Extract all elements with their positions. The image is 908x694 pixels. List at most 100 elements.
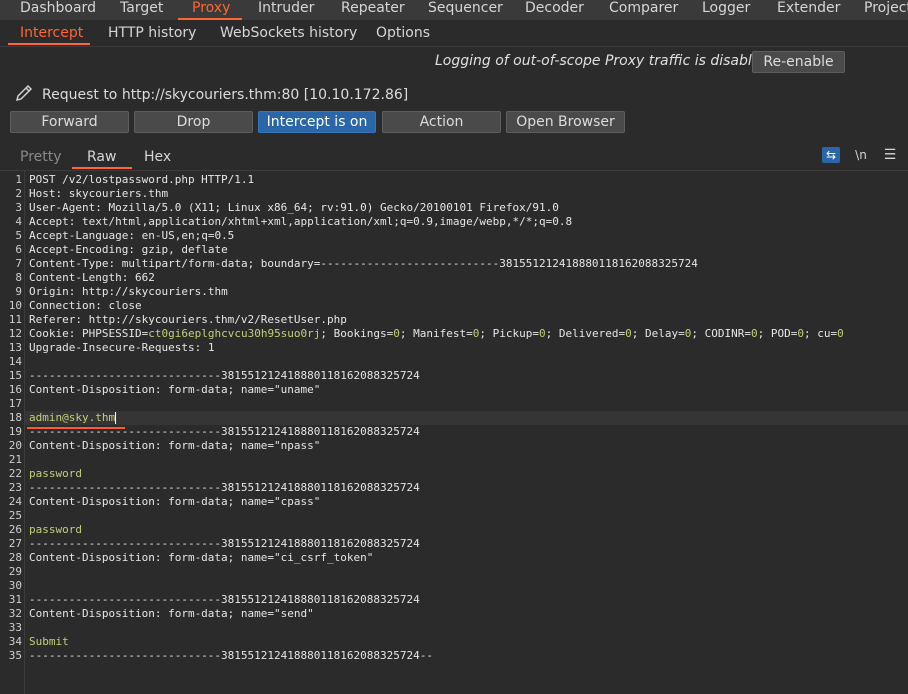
tab-intruder[interactable]: Intruder — [258, 0, 314, 20]
header-name: User-Agent — [29, 201, 96, 214]
header-line: Referer: http://skycouriers.thm/v2/Reset… — [29, 313, 347, 326]
line-number: 2 — [15, 187, 22, 200]
tab-options[interactable]: Options — [376, 24, 430, 44]
field-name: "uname" — [274, 383, 321, 396]
line-number: 22 — [8, 467, 22, 480]
line-number: 10 — [8, 299, 22, 312]
main-tab-bar: Dashboard Target Proxy Intruder Repeater… — [0, 0, 908, 20]
drop-button[interactable]: Drop — [134, 111, 253, 133]
line-number: 29 — [8, 565, 22, 578]
line-number: 25 — [8, 509, 22, 522]
intercept-toggle-button[interactable]: Intercept is on — [258, 111, 376, 133]
header-value: gzip, deflate — [141, 243, 228, 256]
cookie-value: 0 — [393, 327, 400, 340]
active-view-indicator — [72, 167, 132, 169]
tab-project[interactable]: Project — [864, 0, 908, 20]
tab-extender[interactable]: Extender — [777, 0, 840, 20]
line-number: 30 — [8, 579, 22, 592]
show-newlines-icon[interactable]: \n — [852, 147, 870, 163]
cookie-name: CODINR — [704, 327, 745, 340]
cookie-value: 0 — [751, 327, 758, 340]
field-name: "npass" — [274, 439, 321, 452]
boundary-line: -----------------------------38155121241… — [29, 481, 420, 494]
header-value: http://skycouriers.thm — [82, 285, 228, 298]
cd-prefix: Content-Disposition: form-data; name= — [29, 439, 275, 452]
field-value-line: admin@sky.thm — [29, 411, 117, 425]
header-name: Host — [29, 187, 56, 200]
cookie-name: POD — [770, 327, 791, 340]
line-number: 15 — [8, 369, 22, 382]
tab-target[interactable]: Target — [120, 0, 163, 20]
wrap-lines-icon[interactable]: ⇆ — [822, 147, 840, 163]
header-line: Connection: close — [29, 299, 142, 312]
proxy-tab-bar: Intercept HTTP history WebSockets histor… — [0, 20, 908, 47]
menu-icon[interactable]: ☰ — [881, 147, 899, 163]
cookie-name: Bookings — [333, 327, 387, 340]
annotation-underline — [27, 427, 125, 429]
header-name: Content-Length — [29, 271, 122, 284]
tab-decoder[interactable]: Decoder — [525, 0, 584, 20]
cpass-value: password — [29, 523, 82, 536]
line-number: 8 — [15, 271, 22, 284]
tab-sequencer[interactable]: Sequencer — [428, 0, 503, 20]
header-name: Origin — [29, 285, 69, 298]
line-number: 27 — [8, 537, 22, 550]
line-number: 7 — [15, 257, 22, 270]
line-number: 11 — [8, 313, 22, 326]
tab-raw[interactable]: Raw — [87, 149, 116, 165]
tab-comparer[interactable]: Comparer — [609, 0, 678, 20]
line-number: 6 — [15, 243, 22, 256]
header-line: Host: skycouriers.thm — [29, 187, 169, 200]
header-value: text/html,application/xhtml+xml,applicat… — [82, 215, 573, 228]
boundary-end-line: -----------------------------38155121241… — [29, 649, 433, 662]
line-number: 14 — [8, 355, 22, 368]
tab-repeater[interactable]: Repeater — [341, 0, 405, 20]
request-target: Request to http://skycouriers.thm:80 [10… — [14, 83, 408, 107]
cookie-value: 0 — [684, 327, 692, 340]
action-button[interactable]: Action — [382, 111, 501, 133]
tab-intercept[interactable]: Intercept — [20, 24, 83, 44]
cookie-value: 0 — [625, 327, 632, 340]
tab-hex[interactable]: Hex — [144, 149, 171, 165]
request-line: POST /v2/lostpassword.php HTTP/1.1 — [29, 173, 255, 186]
header-line: User-Agent: Mozilla/5.0 (X11; Linux x86_… — [29, 201, 559, 214]
header-line: Upgrade-Insecure-Requests: 1 — [29, 341, 215, 354]
line-number: 33 — [8, 621, 22, 634]
header-name: Upgrade-Insecure-Requests — [29, 341, 195, 354]
cookie-value: 0 — [837, 327, 844, 340]
boundary-line: -----------------------------38155121241… — [29, 593, 420, 606]
content-disposition-line: Content-Disposition: form-data; name="cp… — [29, 495, 320, 509]
line-number: 31 — [8, 593, 22, 606]
field-name: "cpass" — [274, 495, 321, 508]
tab-proxy[interactable]: Proxy — [192, 0, 230, 20]
header-line: Accept: text/html,application/xhtml+xml,… — [29, 215, 573, 228]
request-editor[interactable]: 1 2 3 4 5 6 7 8 9 10 11 12 13 14 15 16 1… — [0, 170, 908, 694]
line-number: 1 — [15, 173, 22, 186]
tab-websockets-history[interactable]: WebSockets history — [220, 24, 357, 44]
line-number: 20 — [8, 439, 22, 452]
line-number: 16 — [8, 383, 22, 396]
uname-value: admin@sky.thm — [29, 411, 116, 424]
cd-prefix: Content-Disposition: form-data; name= — [29, 495, 275, 508]
cd-prefix: Content-Disposition: form-data; name= — [29, 383, 275, 396]
line-number: 19 — [8, 425, 22, 438]
line-number: 28 — [8, 551, 22, 564]
tab-dashboard[interactable]: Dashboard — [20, 0, 96, 20]
content-disposition-line: Content-Disposition: form-data; name="un… — [29, 383, 320, 397]
forward-button[interactable]: Forward — [10, 111, 129, 133]
cookie-name: Delay — [645, 327, 679, 340]
content-disposition-line: Content-Disposition: form-data; name="np… — [29, 439, 320, 453]
tab-http-history[interactable]: HTTP history — [108, 24, 196, 44]
content-disposition-line: Content-Disposition: form-data; name="se… — [29, 607, 314, 621]
open-browser-button[interactable]: Open Browser — [506, 111, 625, 133]
cookie-line: Cookie: PHPSESSID=ct0gi6eplghcvcu30h95su… — [29, 327, 844, 340]
gutter-divider — [24, 171, 25, 694]
tab-pretty[interactable]: Pretty — [20, 149, 62, 165]
pencil-icon — [14, 83, 34, 107]
header-name: Content-Type — [29, 257, 109, 270]
current-line-highlight — [25, 411, 908, 425]
re-enable-button[interactable]: Re-enable — [752, 51, 845, 73]
boundary-line: -----------------------------38155121241… — [29, 369, 420, 382]
tab-logger[interactable]: Logger — [702, 0, 750, 20]
line-number: 5 — [15, 229, 22, 242]
